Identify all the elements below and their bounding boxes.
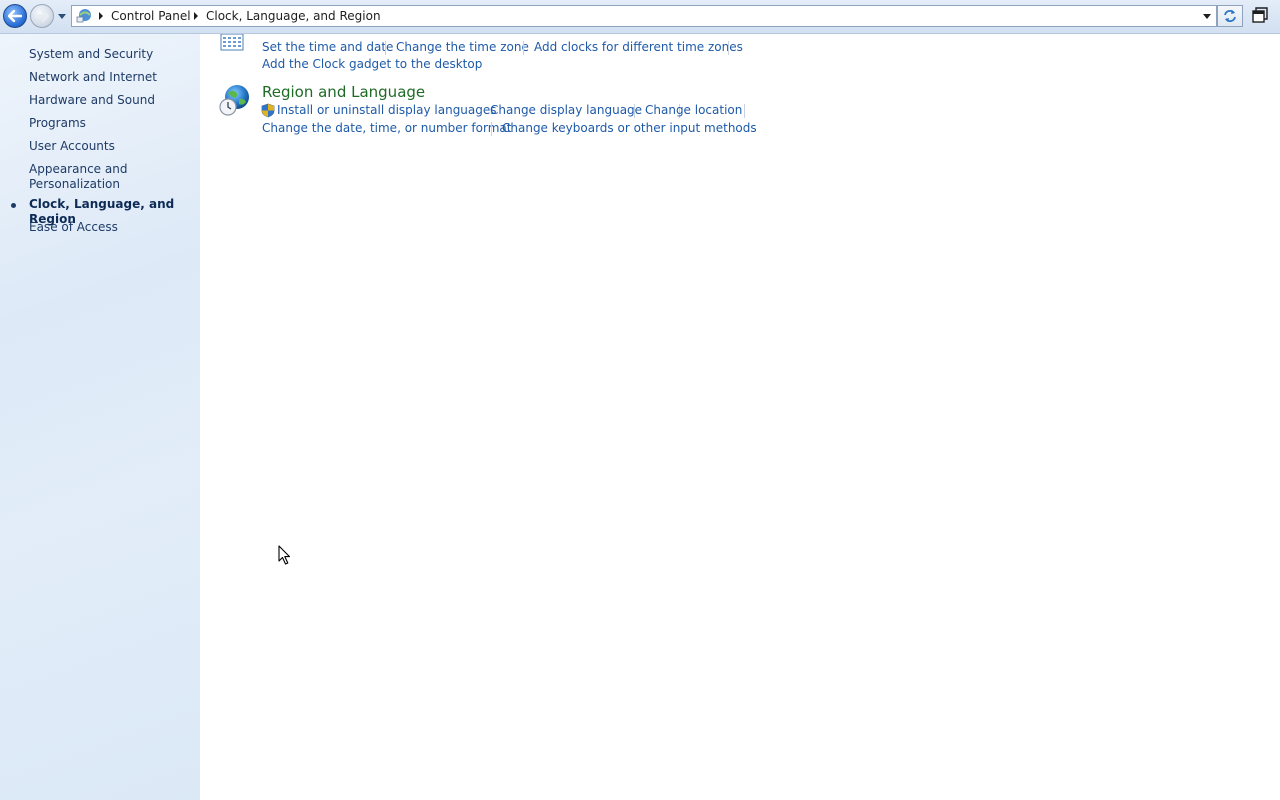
sidebar-item-hardware-and-sound[interactable]: Hardware and Sound xyxy=(29,93,194,108)
breadcrumb-current-category[interactable]: Clock, Language, and Region xyxy=(206,9,381,23)
sidebar-item-ease-of-access[interactable]: Ease of Access xyxy=(29,220,194,235)
link-divider xyxy=(491,122,492,136)
recent-pages-dropdown-icon[interactable] xyxy=(57,11,67,21)
link-divider xyxy=(523,41,524,55)
back-button[interactable] xyxy=(3,4,27,28)
address-bar[interactable]: Control Panel Clock, Language, and Regio… xyxy=(71,5,1217,27)
restore-window-icon[interactable] xyxy=(1251,6,1269,24)
link-divider xyxy=(728,41,729,55)
back-arrow-icon xyxy=(8,10,22,22)
breadcrumb-separator-icon[interactable] xyxy=(97,10,105,22)
control-panel-icon[interactable] xyxy=(76,8,92,24)
breadcrumb-control-panel[interactable]: Control Panel xyxy=(111,9,191,23)
navigation-bar: Control Panel Clock, Language, and Regio… xyxy=(0,0,1280,34)
change-location-link[interactable]: Change location xyxy=(645,103,742,117)
change-display-language-link[interactable]: Change display language xyxy=(490,103,642,117)
add-clock-gadget-link[interactable]: Add the Clock gadget to the desktop xyxy=(262,57,482,71)
link-divider xyxy=(634,104,635,118)
change-date-time-number-format-link[interactable]: Change the date, time, or number format xyxy=(262,121,511,135)
sidebar-item-network-and-internet[interactable]: Network and Internet xyxy=(29,70,194,85)
current-category-bullet xyxy=(11,203,16,208)
sidebar-item-appearance-and-personalization[interactable]: Appearance and Personalization xyxy=(29,162,194,192)
region-and-language-heading[interactable]: Region and Language xyxy=(262,83,425,101)
link-divider xyxy=(385,41,386,55)
globe-clock-icon[interactable] xyxy=(218,83,252,117)
link-divider xyxy=(744,104,745,118)
sidebar-item-label-line-2: Personalization xyxy=(29,177,120,191)
change-keyboards-link[interactable]: Change keyboards or other input methods xyxy=(502,121,757,135)
sidebar-item-label-line-1: Appearance and xyxy=(29,162,128,176)
sidebar-item-system-and-security[interactable]: System and Security xyxy=(29,47,194,62)
install-display-languages-link[interactable]: Install or uninstall display languages xyxy=(277,103,497,117)
refresh-icon xyxy=(1224,10,1236,22)
category-sidebar: System and Security Network and Internet… xyxy=(0,34,200,800)
sidebar-item-programs[interactable]: Programs xyxy=(29,116,194,131)
breadcrumb-separator-icon[interactable] xyxy=(192,10,200,22)
sidebar-item-user-accounts[interactable]: User Accounts xyxy=(29,139,194,154)
address-history-dropdown-icon[interactable] xyxy=(1201,10,1213,22)
main-content: Set the time and date Change the time zo… xyxy=(200,34,1280,800)
add-clocks-link[interactable]: Add clocks for different time zones xyxy=(534,40,743,54)
calendar-clock-icon[interactable] xyxy=(219,34,245,52)
refresh-button[interactable] xyxy=(1217,5,1243,27)
mouse-pointer-icon xyxy=(278,545,291,565)
forward-arrow-icon xyxy=(35,10,49,22)
set-time-and-date-link[interactable]: Set the time and date xyxy=(262,40,393,54)
change-time-zone-link[interactable]: Change the time zone xyxy=(396,40,529,54)
uac-shield-icon xyxy=(261,103,275,118)
forward-button[interactable] xyxy=(30,4,54,28)
